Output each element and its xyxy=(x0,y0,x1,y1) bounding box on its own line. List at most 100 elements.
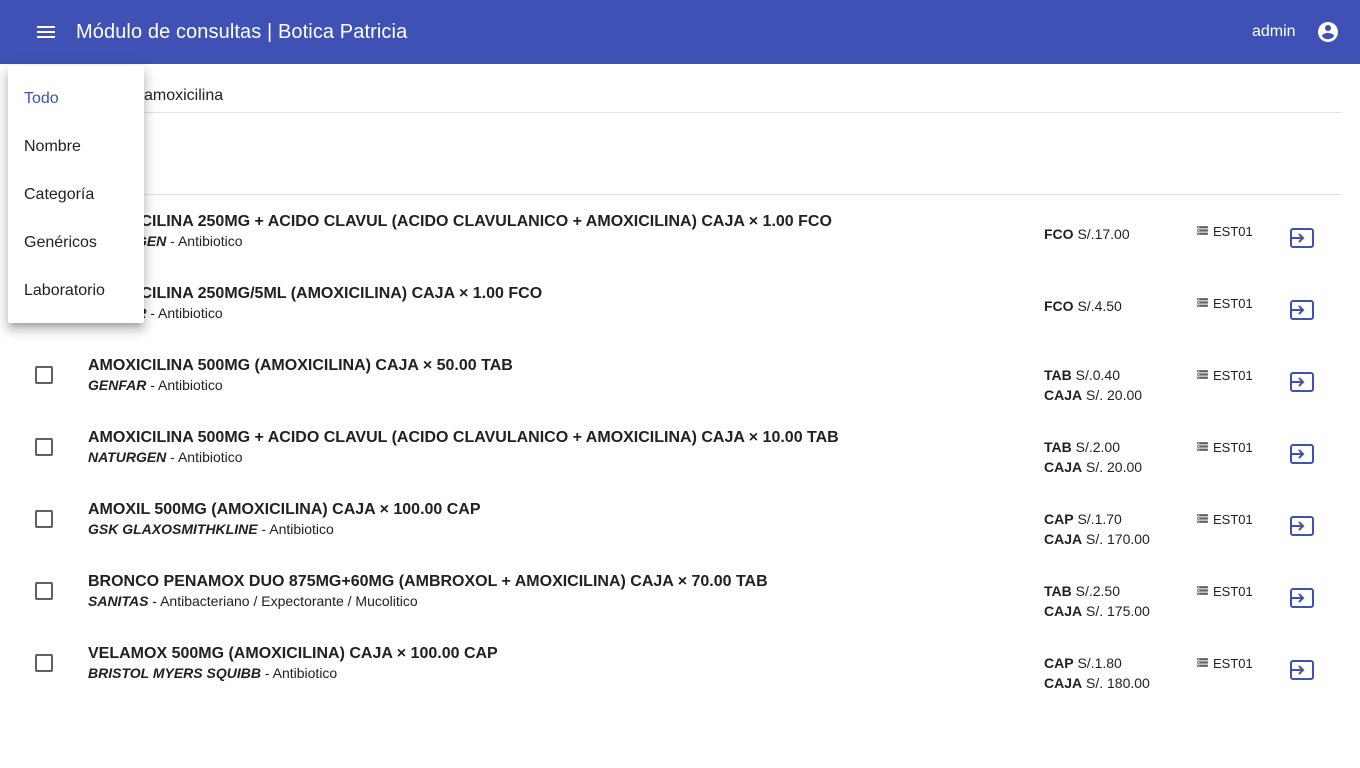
open-product-icon xyxy=(1290,588,1314,608)
store-code: EST01 xyxy=(1213,224,1253,239)
product-name: AMOXICILINA 500MG (AMOXICILINA) CAJA × 5… xyxy=(88,357,513,374)
store-badge: EST01 xyxy=(1196,368,1253,383)
product-row[interactable]: BRONCO PENAMOX DUO 875MG+60MG (AMBROXOL … xyxy=(0,556,1360,628)
price-line: TAB S/.0.40 xyxy=(1044,365,1142,385)
product-subtitle: BRISTOL MYERS SQUIBB - Antibiotico xyxy=(88,665,337,681)
select-checkbox[interactable] xyxy=(35,582,53,600)
product-name: AMOXICILINA 500MG + ACIDO CLAVUL (ACIDO … xyxy=(88,429,839,446)
user-name[interactable]: admin xyxy=(1252,23,1296,41)
price-unit: FCO xyxy=(1044,298,1074,314)
price-value: S/.2.00 xyxy=(1071,439,1120,455)
price-value: S/.0.40 xyxy=(1071,367,1120,383)
store-code: EST01 xyxy=(1213,440,1253,455)
price-unit: CAJA xyxy=(1044,675,1083,691)
select-checkbox[interactable] xyxy=(35,366,53,384)
open-product-button[interactable] xyxy=(1289,370,1315,394)
open-product-icon xyxy=(1290,516,1314,536)
filter-menu-item[interactable]: Laboratorio xyxy=(24,282,105,300)
filter-menu-item[interactable]: Genéricos xyxy=(24,234,97,252)
store-code: EST01 xyxy=(1213,296,1253,311)
storage-icon xyxy=(1197,586,1208,595)
select-checkbox[interactable] xyxy=(35,438,53,456)
product-row[interactable]: AMOXICILINA 500MG (AMOXICILINA) CAJA × 5… xyxy=(0,340,1360,412)
price-value: S/.4.50 xyxy=(1073,298,1122,314)
storage-icon xyxy=(1197,226,1208,235)
open-product-button[interactable] xyxy=(1289,514,1315,538)
price-line: CAJA S/. 20.00 xyxy=(1044,457,1142,477)
product-subtitle: GENFAR - Antibiotico xyxy=(88,377,223,393)
product-row[interactable]: AMOXIL 500MG (AMOXICILINA) CAJA × 100.00… xyxy=(0,484,1360,556)
product-name: VELAMOX 500MG (AMOXICILINA) CAJA × 100.0… xyxy=(88,645,498,662)
price-value: S/. 170.00 xyxy=(1082,531,1150,547)
price-unit: TAB xyxy=(1044,583,1072,599)
price-unit: CAP xyxy=(1044,511,1074,527)
open-product-icon xyxy=(1290,372,1314,392)
filter-menu: Todo Nombre Categoría Genéricos Laboratorio xyxy=(8,66,144,323)
filter-menu-item[interactable]: Nombre xyxy=(24,138,81,156)
product-row[interactable]: AMOXICILINA 250MG/5ML (AMOXICILINA) CAJA… xyxy=(0,268,1360,340)
product-name: BRONCO PENAMOX DUO 875MG+60MG (AMBROXOL … xyxy=(88,573,768,590)
price-value: S/.2.50 xyxy=(1071,583,1120,599)
price-value: S/.1.70 xyxy=(1073,511,1122,527)
account-circle-icon[interactable] xyxy=(1316,20,1340,44)
product-row[interactable]: AMOXICILINA 500MG + ACIDO CLAVUL (ACIDO … xyxy=(0,412,1360,484)
product-category: - Antibiotico xyxy=(146,305,223,321)
price-line: CAJA S/. 180.00 xyxy=(1044,673,1150,693)
store-badge: EST01 xyxy=(1196,440,1253,455)
product-row[interactable]: AMOXICILINA 250MG + ACIDO CLAVUL (ACIDO … xyxy=(0,196,1360,268)
laboratory-name: GENFAR xyxy=(88,377,147,393)
price-unit: CAP xyxy=(1044,655,1074,671)
open-product-button[interactable] xyxy=(1289,586,1315,610)
price-line: CAP S/.1.70 xyxy=(1044,509,1150,529)
open-product-button[interactable] xyxy=(1289,658,1315,682)
filter-menu-item[interactable]: Todo xyxy=(24,90,59,108)
price-line: TAB S/.2.00 xyxy=(1044,437,1142,457)
storage-icon xyxy=(1197,370,1208,379)
product-prices: FCO S/.17.00 xyxy=(1044,224,1130,244)
price-line: CAJA S/. 20.00 xyxy=(1044,385,1142,405)
product-prices: CAP S/.1.80 CAJA S/. 180.00 xyxy=(1044,653,1150,693)
storage-icon xyxy=(1197,658,1208,667)
price-line: CAP S/.1.80 xyxy=(1044,653,1150,673)
select-checkbox[interactable] xyxy=(35,510,53,528)
store-badge: EST01 xyxy=(1196,656,1253,671)
store-code: EST01 xyxy=(1213,584,1253,599)
product-category: - Antibiotico xyxy=(146,377,223,393)
app-toolbar: Módulo de consultas | Botica Patricia ad… xyxy=(0,0,1360,64)
price-line: CAJA S/. 175.00 xyxy=(1044,601,1150,621)
search-input[interactable] xyxy=(16,84,1244,108)
open-product-icon xyxy=(1290,444,1314,464)
price-line: FCO S/.17.00 xyxy=(1044,224,1130,244)
product-name: AMOXICILINA 250MG/5ML (AMOXICILINA) CAJA… xyxy=(88,285,543,302)
hamburger-menu-icon[interactable] xyxy=(34,20,58,44)
store-badge: EST01 xyxy=(1196,296,1253,311)
product-name: AMOXICILINA 250MG + ACIDO CLAVUL (ACIDO … xyxy=(88,213,832,230)
product-category: - Antibacteriano / Expectorante / Mucoli… xyxy=(148,593,418,609)
select-checkbox[interactable] xyxy=(35,654,53,672)
open-product-button[interactable] xyxy=(1289,298,1315,322)
product-row[interactable]: VELAMOX 500MG (AMOXICILINA) CAJA × 100.0… xyxy=(0,628,1360,700)
price-unit: CAJA xyxy=(1044,603,1083,619)
product-category: - Antibiotico xyxy=(260,665,338,681)
price-unit: CAJA xyxy=(1044,459,1083,475)
product-subtitle: GSK GLAXOSMITHKLINE - Antibiotico xyxy=(88,521,334,537)
laboratory-name: NATURGEN xyxy=(88,449,167,465)
filter-menu-item[interactable]: Categoría xyxy=(24,186,94,204)
store-badge: EST01 xyxy=(1196,224,1253,239)
open-product-button[interactable] xyxy=(1289,226,1315,250)
price-unit: CAJA xyxy=(1044,387,1083,403)
product-prices: CAP S/.1.70 CAJA S/. 170.00 xyxy=(1044,509,1150,549)
open-product-icon xyxy=(1290,660,1314,680)
product-prices: TAB S/.2.00 CAJA S/. 20.00 xyxy=(1044,437,1142,477)
open-product-button[interactable] xyxy=(1289,442,1315,466)
price-line: TAB S/.2.50 xyxy=(1044,581,1150,601)
product-subtitle: NATURGEN - Antibiotico xyxy=(88,449,243,465)
product-prices: TAB S/.0.40 CAJA S/. 20.00 xyxy=(1044,365,1142,405)
results-list: AMOXICILINA 250MG + ACIDO CLAVUL (ACIDO … xyxy=(0,196,1360,700)
product-category: - Antibiotico xyxy=(257,521,334,537)
price-value: S/. 180.00 xyxy=(1082,675,1150,691)
storage-icon xyxy=(1197,298,1208,307)
app-title: Módulo de consultas | Botica Patricia xyxy=(76,21,408,43)
price-value: S/. 20.00 xyxy=(1082,459,1143,475)
price-unit: TAB xyxy=(1044,439,1072,455)
